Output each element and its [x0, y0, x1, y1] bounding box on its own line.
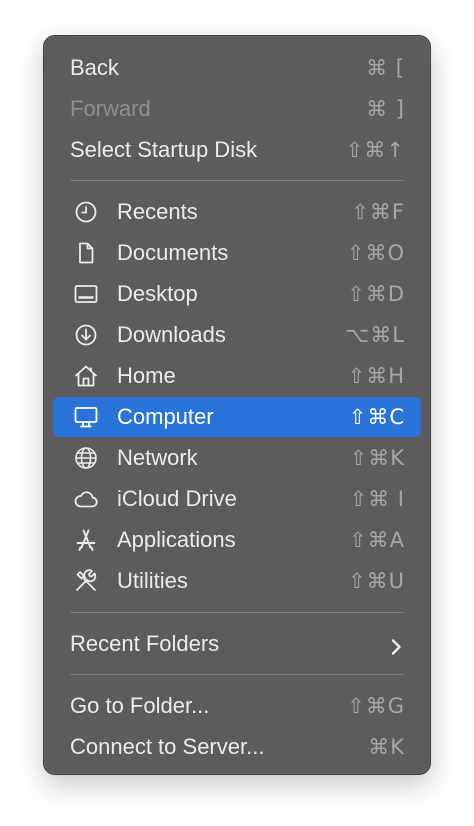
cloud-icon: [74, 487, 98, 511]
shortcut-label: ⇧⌘A: [349, 528, 405, 552]
menu-item-back[interactable]: Back ⌘ [: [44, 48, 430, 88]
menu-item-label: Home: [117, 363, 176, 388]
shortcut-label: ⇧⌘K: [349, 446, 405, 470]
menu-item-desktop[interactable]: Desktop ⇧⌘D: [44, 274, 430, 314]
menu-item-label: Downloads: [117, 322, 226, 347]
shortcut-label: ⇧⌘H: [347, 364, 405, 388]
menu-separator: [70, 612, 404, 613]
menu-item-go-to-folder[interactable]: Go to Folder... ⇧⌘G: [44, 686, 430, 726]
menu-item-label: Go to Folder...: [70, 693, 210, 718]
menu-item-label: Documents: [117, 240, 229, 265]
menu-separator: [70, 180, 404, 181]
shortcut-label: ⇧⌘↑: [345, 138, 405, 162]
menu-item-select-startup-disk[interactable]: Select Startup Disk ⇧⌘↑: [44, 130, 430, 170]
shortcut-label: ⌥⌘L: [345, 323, 405, 347]
menu-item-label: Network: [117, 445, 198, 470]
go-menu: Back ⌘ [ Forward ⌘ ] Select Startup Disk…: [43, 35, 431, 775]
menu-item-label: Connect to Server...: [70, 734, 265, 759]
menu-item-label: Computer: [117, 404, 214, 429]
menu-item-downloads[interactable]: Downloads ⌥⌘L: [44, 315, 430, 355]
menu-separator: [70, 674, 404, 675]
tools-icon: [74, 569, 98, 593]
menu-item-label: Recents: [117, 199, 198, 224]
menu-item-icloud-drive[interactable]: iCloud Drive ⇧⌘ I: [44, 479, 430, 519]
menu-item-utilities[interactable]: Utilities ⇧⌘U: [44, 561, 430, 601]
shortcut-label: ⇧⌘U: [348, 569, 405, 593]
download-icon: [74, 323, 98, 347]
shortcut-label: ⇧⌘ I: [349, 487, 405, 511]
menu-item-applications[interactable]: Applications ⇧⌘A: [44, 520, 430, 560]
shortcut-label: ⌘ [: [366, 56, 405, 80]
menu-item-label: Recent Folders: [70, 631, 220, 656]
shortcut-label: ⇧⌘C: [348, 405, 405, 429]
menu-item-network[interactable]: Network ⇧⌘K: [44, 438, 430, 478]
shortcut-label: ⇧⌘G: [347, 694, 405, 718]
clock-icon: [74, 200, 98, 224]
menu-item-computer[interactable]: Computer ⇧⌘C: [44, 397, 430, 437]
shortcut-label: ⇧⌘O: [346, 241, 405, 265]
chevron-right-icon: [388, 632, 404, 656]
menu-item-home[interactable]: Home ⇧⌘H: [44, 356, 430, 396]
computer-icon: [74, 405, 98, 429]
menu-item-recents[interactable]: Recents ⇧⌘F: [44, 192, 430, 232]
menu-item-label: Back: [70, 55, 119, 80]
menu-item-forward: Forward ⌘ ]: [44, 89, 430, 129]
desktop-icon: [74, 282, 98, 306]
document-icon: [74, 241, 98, 265]
menu-item-recent-folders[interactable]: Recent Folders: [44, 624, 430, 664]
home-icon: [74, 364, 98, 388]
menu-item-label: Desktop: [117, 281, 198, 306]
globe-icon: [74, 446, 98, 470]
menu-item-label: Applications: [117, 527, 236, 552]
menu-item-label: Utilities: [117, 568, 188, 593]
shortcut-label: ⌘ ]: [366, 97, 405, 121]
shortcut-label: ⇧⌘D: [347, 282, 405, 306]
menu-item-documents[interactable]: Documents ⇧⌘O: [44, 233, 430, 273]
menu-item-label: Select Startup Disk: [70, 137, 258, 162]
shortcut-label: ⇧⌘F: [351, 200, 405, 224]
applications-icon: [74, 528, 98, 552]
menu-item-label: Forward: [70, 96, 151, 121]
menu-item-connect-to-server[interactable]: Connect to Server... ⌘K: [44, 727, 430, 767]
shortcut-label: ⌘K: [368, 735, 405, 759]
menu-item-label: iCloud Drive: [117, 486, 237, 511]
